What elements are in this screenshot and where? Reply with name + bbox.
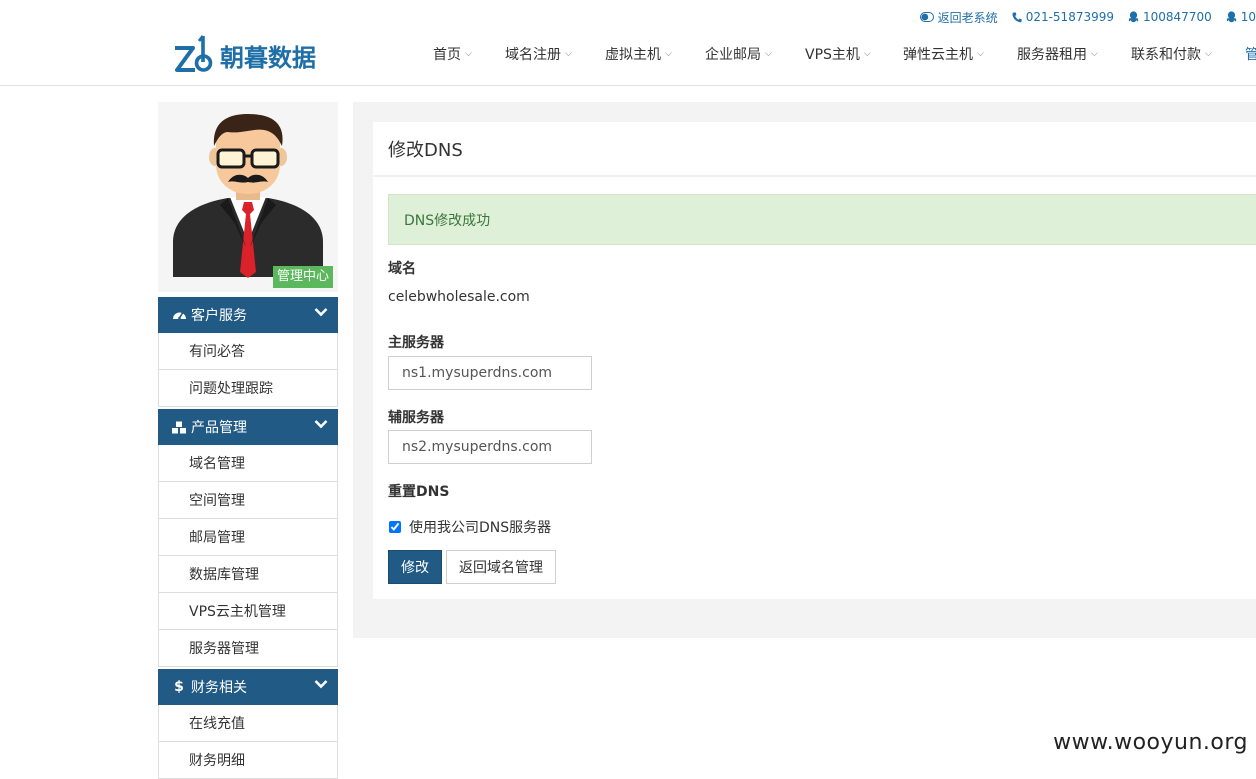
sidebar: 管理中心 客户服务 有问必答 问题处理跟踪 产品管理 域名管理 空间管理 邮局管… [158, 102, 338, 779]
qq-number-1: 100847700 [1143, 10, 1212, 24]
old-system-label: 返回老系统 [937, 10, 998, 25]
chevron-down-icon: ⌵ [765, 49, 772, 59]
phone-number: 021-51873999 [1025, 10, 1114, 24]
admin-center-badge[interactable]: 管理中心 [272, 266, 333, 288]
dns-edit-panel: 修改DNS DNS修改成功 域名 celebwholesale.com 主服务器… [373, 122, 1256, 599]
menu-item-finance-details[interactable]: 财务明细 [158, 742, 338, 779]
reset-dns-label: 重置DNS [388, 484, 450, 500]
domain-value: celebwholesale.com [388, 289, 530, 305]
section-title: 财务相关 [191, 680, 247, 696]
menu-item-space-management[interactable]: 空间管理 [158, 482, 338, 519]
logo-mark-icon [175, 35, 213, 72]
avatar [173, 114, 323, 278]
qq-contact-1[interactable]: 100847700 [1128, 10, 1212, 24]
watermark: www.wooyun.org [1053, 730, 1248, 755]
nav-label: 域名注册 [505, 47, 561, 63]
chevron-down-icon: ⌵ [465, 49, 472, 59]
menu-item-database-management[interactable]: 数据库管理 [158, 556, 338, 593]
chevron-down-icon: ⌵ [863, 49, 871, 59]
nav-label: 弹性云主机 [903, 47, 973, 63]
section-title: 产品管理 [191, 420, 247, 436]
nav-elastic-cloud[interactable]: 弹性云主机 ⌵ [903, 44, 984, 64]
section-title: 客户服务 [191, 308, 247, 324]
chevron-down-icon: ⌵ [977, 49, 984, 59]
dashboard-icon [170, 308, 188, 322]
nav-label: VPS主机 [805, 47, 860, 63]
chevron-down-icon: ⌵ [1205, 49, 1212, 59]
menu-item-server-management[interactable]: 服务器管理 [158, 630, 338, 667]
menu-item-faq[interactable]: 有问必答 [158, 333, 338, 370]
nav-virtual-host[interactable]: 虚拟主机 ⌵ [605, 44, 672, 64]
secondary-server-input[interactable] [388, 430, 592, 464]
nav-domain-registration[interactable]: 域名注册 ⌵ [505, 44, 572, 64]
primary-server-input[interactable] [388, 356, 592, 390]
chevron-down-icon [314, 677, 328, 693]
dollar-icon: $ [174, 679, 184, 695]
chevron-down-icon [314, 417, 328, 433]
nav-label: 企业邮局 [705, 47, 761, 63]
nav-label: 首页 [433, 47, 461, 63]
menu-item-domain-management[interactable]: 域名管理 [158, 445, 338, 482]
section-finance[interactable]: $ 财务相关 [158, 669, 338, 705]
nav-label: 联系和付款 [1131, 47, 1201, 63]
nav-label: 服务器租用 [1017, 47, 1087, 63]
qq-number-2: 10 [1240, 10, 1256, 24]
site-logo[interactable]: 朝暮数据 [172, 34, 316, 76]
phone-icon [1012, 12, 1022, 22]
qq-contact-2[interactable]: 10 [1226, 10, 1256, 24]
chevron-down-icon: ⌵ [565, 49, 572, 59]
nav-label: 虚拟主机 [605, 47, 661, 63]
use-company-dns-option[interactable]: 使用我公司DNS服务器 [388, 517, 551, 537]
nav-label: 管 [1245, 47, 1256, 63]
toggle-icon [919, 12, 934, 22]
menu-item-issue-tracking[interactable]: 问题处理跟踪 [158, 370, 338, 407]
section-product-management[interactable]: 产品管理 [158, 409, 338, 445]
menu-item-mail-management[interactable]: 邮局管理 [158, 519, 338, 556]
domain-label: 域名 [388, 261, 416, 277]
back-to-domain-management-button[interactable]: 返回域名管理 [446, 550, 556, 584]
qq-icon [1226, 11, 1236, 23]
chevron-down-icon: ⌵ [1091, 49, 1098, 59]
nav-enterprise-mail[interactable]: 企业邮局 ⌵ [705, 44, 772, 64]
nav-server-rental[interactable]: 服务器租用 ⌵ [1017, 44, 1098, 64]
use-company-dns-checkbox[interactable] [389, 521, 401, 533]
menu-item-online-recharge[interactable]: 在线充值 [158, 705, 338, 742]
phone-contact[interactable]: 021-51873999 [1012, 10, 1114, 24]
page-title: 修改DNS [373, 122, 1256, 177]
old-system-link[interactable]: 返回老系统 [919, 9, 998, 26]
main-content: 修改DNS DNS修改成功 域名 celebwholesale.com 主服务器… [353, 102, 1256, 638]
nav-contact-payment[interactable]: 联系和付款 ⌵ [1131, 44, 1212, 64]
user-avatar-panel: 管理中心 [158, 102, 338, 292]
section-customer-service[interactable]: 客户服务 [158, 297, 338, 333]
site-header: 返回老系统 021-51873999 100847700 10 朝暮数据 首页 ⌵… [0, 0, 1256, 86]
menu-item-vps-management[interactable]: VPS云主机管理 [158, 593, 338, 630]
nav-home[interactable]: 首页 ⌵ [433, 44, 472, 64]
success-alert: DNS修改成功 [388, 194, 1256, 245]
logo-text: 朝暮数据 [220, 43, 316, 72]
chevron-down-icon: ⌵ [665, 49, 672, 59]
qq-icon [1128, 11, 1139, 23]
checkbox-label: 使用我公司DNS服务器 [409, 520, 552, 536]
nav-vps[interactable]: VPS主机 ⌵ [805, 44, 871, 64]
nav-manage[interactable]: 管 [1245, 44, 1256, 64]
primary-server-label: 主服务器 [388, 335, 444, 351]
top-contact-bar: 返回老系统 021-51873999 100847700 10 [906, 8, 1256, 26]
chevron-down-icon [314, 305, 328, 321]
submit-button[interactable]: 修改 [388, 550, 442, 584]
secondary-server-label: 辅服务器 [388, 410, 444, 426]
cubes-icon [170, 420, 188, 434]
